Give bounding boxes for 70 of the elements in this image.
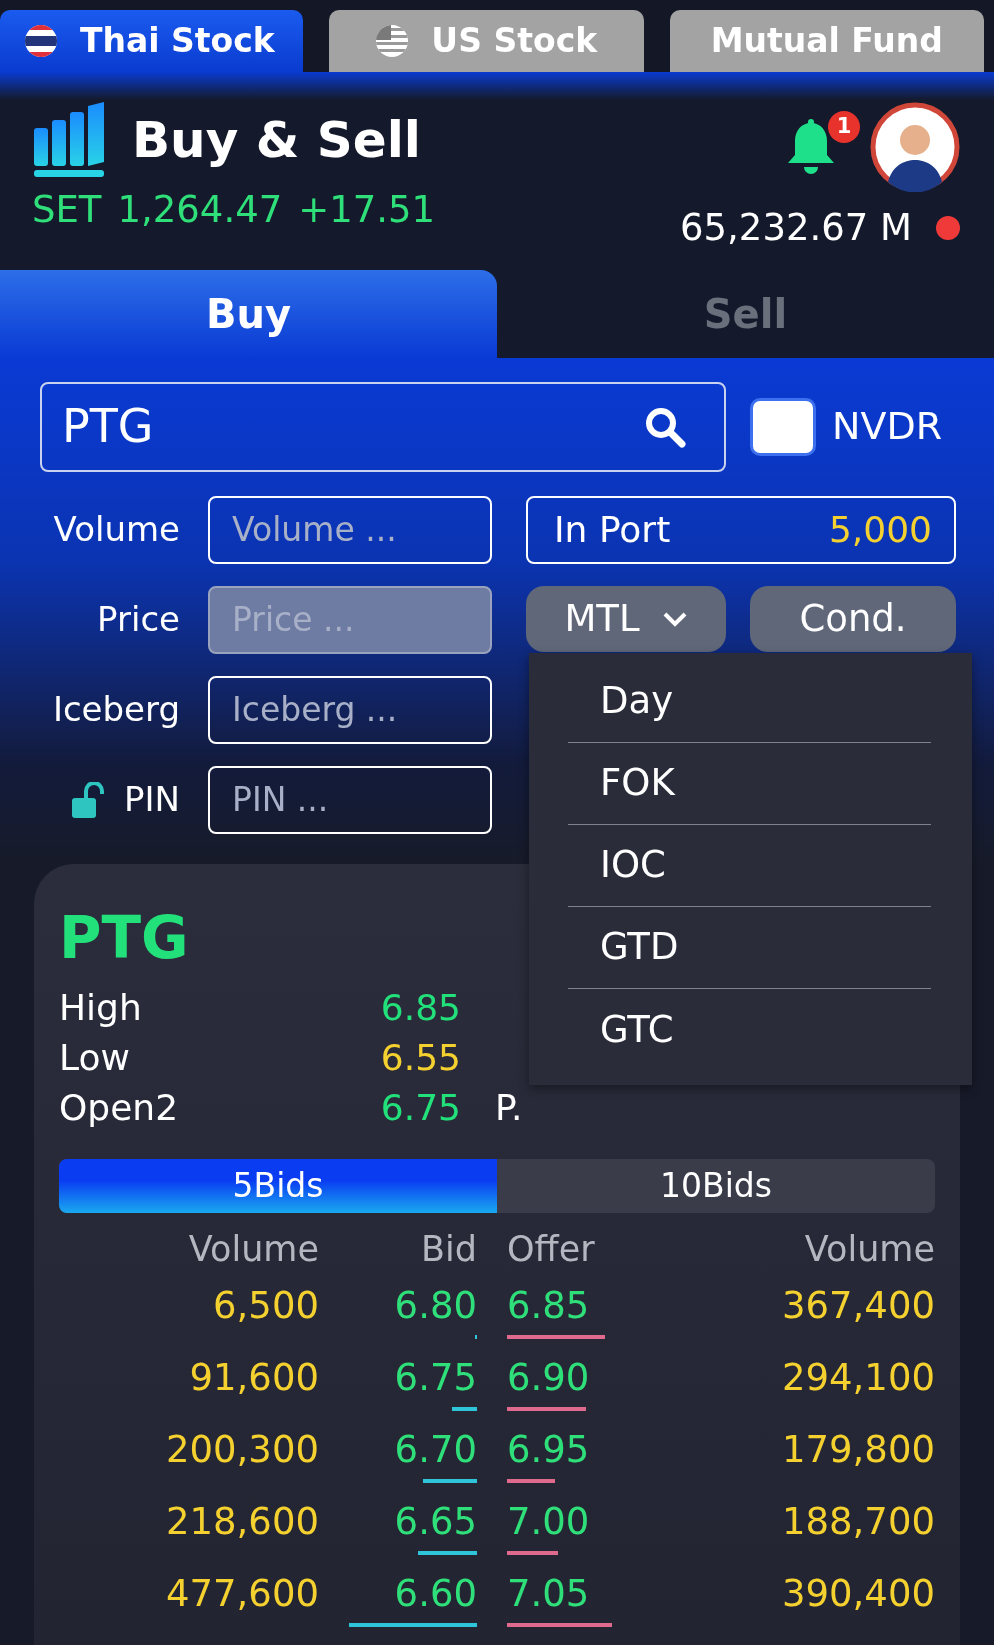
bid-volume: 477,600	[166, 1572, 319, 1616]
menu-option[interactable]: Day	[568, 660, 931, 743]
column-header: Volume	[804, 1229, 935, 1270]
menu-option[interactable]: IOC	[568, 824, 931, 907]
bid-price: 6.65	[394, 1500, 477, 1544]
menu-option[interactable]: GTC	[568, 988, 931, 1071]
order-type-dropdown[interactable]: MTL	[526, 585, 726, 652]
notification-count: 1	[828, 111, 860, 143]
nvdr-checkbox[interactable]	[750, 397, 816, 456]
offer-volume-bar	[507, 1479, 556, 1484]
balance-value: 65,232.67 M	[680, 205, 912, 251]
offer-price: 7.00	[507, 1500, 590, 1544]
menu-option[interactable]: GTD	[568, 906, 931, 989]
in-port-value: 5,000	[828, 507, 932, 552]
bid-volume-bar	[452, 1407, 477, 1412]
offer-price: 6.90	[507, 1356, 590, 1400]
bid-price: 6.70	[394, 1428, 477, 1472]
column-header: Bid	[421, 1229, 477, 1270]
field-label: Price	[97, 598, 180, 641]
menu-option[interactable]: FOK	[568, 742, 931, 825]
market-tab[interactable]: Thai Stock	[0, 10, 303, 72]
index-value: 1,264.47	[117, 187, 283, 233]
stat-value: 6.55	[379, 1036, 461, 1081]
stat-label: Open2	[59, 1086, 180, 1131]
us-flag-icon	[375, 24, 410, 58]
bid-volume-bar	[418, 1551, 477, 1556]
field-label: Volume	[53, 508, 180, 551]
bid-volume: 218,600	[166, 1500, 319, 1544]
offer-price: 6.85	[507, 1284, 590, 1328]
bid-volume-bar	[423, 1479, 477, 1484]
search-field[interactable]: PTG	[40, 381, 726, 472]
depth-tab[interactable]: 5Bids	[59, 1159, 497, 1214]
stat-value: 6.75	[379, 1086, 461, 1131]
offer-price: 7.05	[507, 1572, 590, 1616]
in-port-label: In Port	[554, 507, 671, 552]
stat-label: High	[59, 986, 143, 1031]
status-dot-icon	[936, 215, 960, 240]
bid-price: 6.60	[394, 1572, 477, 1616]
index-name: SET	[32, 187, 102, 233]
bid-volume: 200,300	[166, 1428, 319, 1472]
column-header: Volume	[188, 1229, 319, 1270]
offer-volume: 367,400	[782, 1284, 935, 1328]
stat-label: Low	[59, 1036, 131, 1081]
unlocked-padlock-icon[interactable]	[72, 781, 107, 818]
stat-value: 6.85	[379, 986, 461, 1031]
bid-volume: 6,500	[213, 1284, 319, 1328]
page-title: Buy & Sell	[132, 112, 421, 168]
offer-volume: 294,100	[782, 1356, 935, 1400]
avatar[interactable]	[870, 102, 960, 192]
depth-tab[interactable]: 10Bids	[497, 1159, 935, 1214]
thai-flag-icon	[24, 24, 58, 58]
offer-volume: 179,800	[782, 1428, 935, 1472]
offer-volume: 390,400	[782, 1572, 935, 1616]
offer-price: 6.95	[507, 1428, 590, 1472]
column-header: Offer	[507, 1229, 595, 1270]
cond-button[interactable]: Cond.	[750, 585, 956, 652]
nvdr-label: NVDR	[832, 403, 943, 450]
trade-tab[interactable]: Buy	[0, 269, 497, 358]
index-change: +17.51	[298, 187, 436, 233]
search-icon[interactable]	[644, 405, 686, 448]
bid-volume: 91,600	[189, 1356, 319, 1400]
quote-symbol: PTG	[59, 903, 189, 974]
bid-price: 6.75	[394, 1356, 477, 1400]
chevron-down-icon	[661, 610, 688, 627]
offer-volume-bar	[507, 1551, 558, 1556]
bid-price: 6.80	[394, 1284, 477, 1328]
offer-volume: 188,700	[782, 1500, 935, 1544]
pin-label: PIN	[124, 778, 180, 821]
stat-label: P.	[495, 1086, 523, 1131]
field-label: Iceberg	[52, 688, 180, 731]
